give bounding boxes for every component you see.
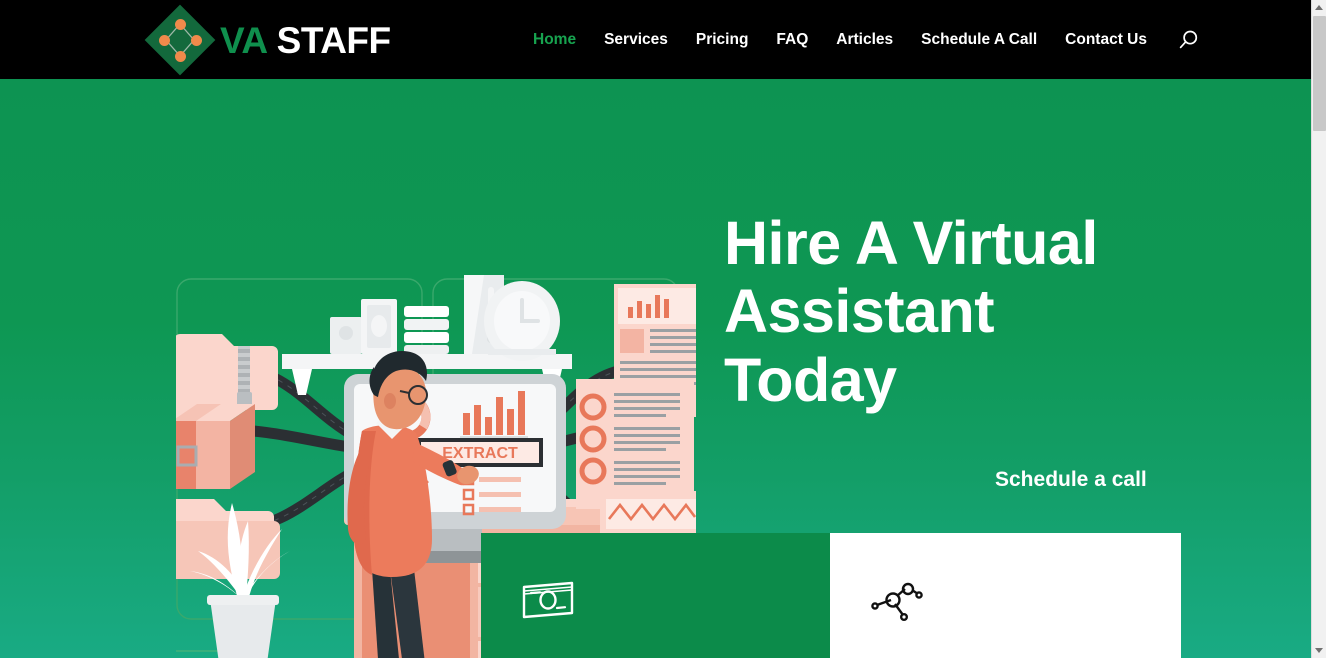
banknote-icon: [522, 581, 574, 626]
search-icon[interactable]: [1177, 28, 1201, 52]
scrollbar-up-button[interactable]: [1312, 0, 1326, 15]
feature-card-money[interactable]: [481, 533, 830, 658]
logo-node-top: [174, 18, 186, 30]
chevron-down-icon: [1315, 648, 1323, 653]
network-nodes-icon: [871, 581, 923, 626]
illustration-screen-label: EXTRACT: [442, 445, 518, 462]
logo-node-links: [165, 23, 195, 57]
logo-text-staff: STAFF: [276, 19, 391, 61]
page-title: Hire A Virtual Assistant Today: [724, 209, 1194, 414]
logo-node-bottom: [174, 50, 186, 62]
feature-cards: [481, 533, 1181, 658]
page-viewport: VA STAFF Home Services Pricing FAQ Artic…: [0, 0, 1311, 658]
hero-section: EXTRACT Hire A Virtual Assistant Today S…: [0, 79, 1311, 658]
nav-item-schedule-a-call[interactable]: Schedule A Call: [907, 0, 1051, 79]
nav-item-home[interactable]: Home: [519, 0, 590, 79]
logo-text-va: VA: [220, 19, 268, 61]
site-logo[interactable]: VA STAFF: [144, 4, 391, 76]
scrollbar-down-button[interactable]: [1312, 643, 1326, 658]
nav-item-contact-us[interactable]: Contact Us: [1051, 0, 1161, 79]
hero-copy: Hire A Virtual Assistant Today: [724, 209, 1194, 414]
diamond-network-logo-icon: [144, 4, 216, 76]
logo-node-right: [190, 34, 202, 46]
feature-card-network[interactable]: [830, 533, 1181, 658]
hero-title-line-3: Today: [724, 345, 897, 414]
page-scrollbar[interactable]: [1311, 0, 1326, 658]
logo-node-left: [158, 34, 170, 46]
nav-item-pricing[interactable]: Pricing: [682, 0, 763, 79]
chevron-up-icon: [1315, 5, 1323, 10]
main-navigation: Home Services Pricing FAQ Articles Sched…: [519, 0, 1161, 79]
nav-item-articles[interactable]: Articles: [822, 0, 907, 79]
hero-title-line-1: Hire A Virtual: [724, 209, 1098, 277]
hero-title-line-2: Assistant: [724, 277, 995, 346]
schedule-a-call-link[interactable]: Schedule a call: [995, 468, 1147, 492]
scrollbar-thumb[interactable]: [1313, 16, 1326, 131]
nav-item-faq[interactable]: FAQ: [762, 0, 822, 79]
nav-item-services[interactable]: Services: [590, 0, 682, 79]
site-header: VA STAFF Home Services Pricing FAQ Artic…: [0, 0, 1311, 79]
